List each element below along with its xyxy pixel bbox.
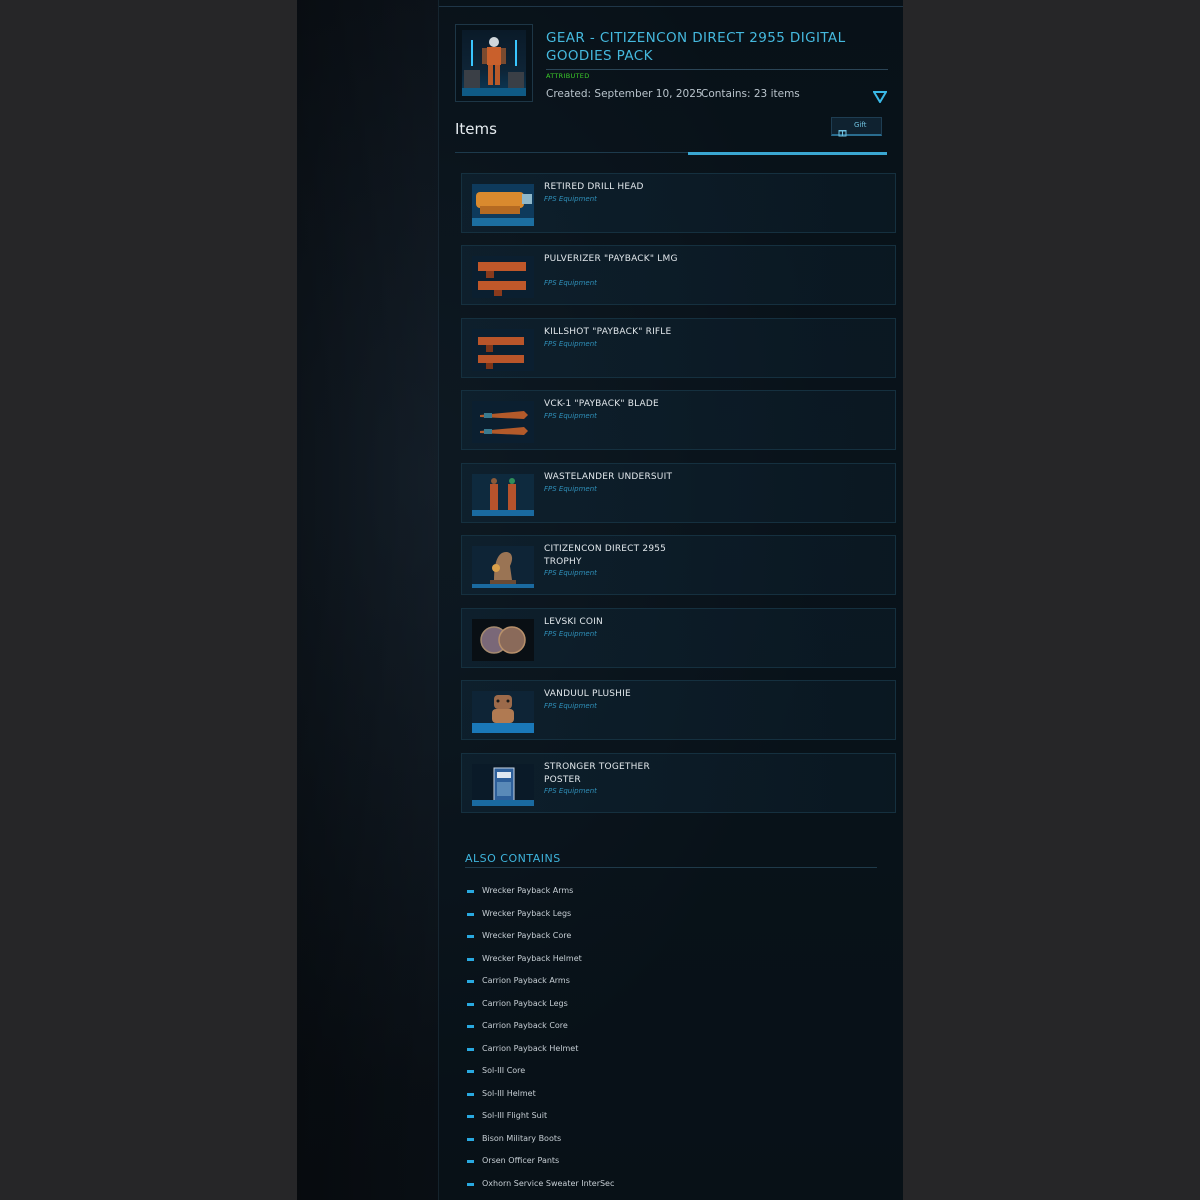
also-contains-divider bbox=[465, 867, 877, 868]
item-type: FPS Equipment bbox=[544, 702, 597, 710]
pack-thumbnail bbox=[455, 24, 533, 102]
list-item-label: Wrecker Payback Helmet bbox=[482, 954, 582, 963]
list-item-label: Carrion Payback Helmet bbox=[482, 1044, 579, 1053]
list-item-label: Wrecker Payback Legs bbox=[482, 909, 572, 918]
item-type: FPS Equipment bbox=[544, 412, 597, 420]
item-card[interactable]: PULVERIZER "PAYBACK" LMG FPS Equipment bbox=[461, 245, 896, 305]
item-thumbnail bbox=[472, 764, 534, 806]
list-item-label: Sol-III Core bbox=[482, 1066, 526, 1075]
item-card[interactable]: RETIRED DRILL HEAD FPS Equipment bbox=[461, 173, 896, 233]
bullet-icon bbox=[467, 1003, 474, 1006]
bullet-icon bbox=[467, 1048, 474, 1051]
item-card[interactable]: WASTELANDER UNDERSUIT FPS Equipment bbox=[461, 463, 896, 523]
item-name: KILLSHOT "PAYBACK" RIFLE bbox=[544, 327, 672, 337]
item-type: FPS Equipment bbox=[544, 485, 597, 493]
item-thumbnail bbox=[472, 474, 534, 516]
item-type: FPS Equipment bbox=[544, 630, 597, 638]
item-type: FPS Equipment bbox=[544, 340, 597, 348]
item-card[interactable]: STRONGER TOGETHER POSTER FPS Equipment bbox=[461, 753, 896, 813]
list-item-label: Wrecker Payback Arms bbox=[482, 886, 574, 895]
bullet-icon bbox=[467, 1183, 474, 1186]
status-badge: ATTRIBUTED bbox=[546, 72, 590, 80]
item-card[interactable]: VCK-1 "PAYBACK" BLADE FPS Equipment bbox=[461, 390, 896, 450]
item-card[interactable]: KILLSHOT "PAYBACK" RIFLE FPS Equipment bbox=[461, 318, 896, 378]
list-item-label: Bison Military Boots bbox=[482, 1134, 562, 1143]
also-contains-heading: ALSO CONTAINS bbox=[465, 852, 561, 865]
item-name: WASTELANDER UNDERSUIT bbox=[544, 472, 673, 482]
gift-icon bbox=[838, 122, 847, 137]
bullet-icon bbox=[467, 958, 474, 961]
gift-button[interactable]: Gift bbox=[831, 117, 882, 137]
list-item-label: Carrion Payback Core bbox=[482, 1021, 568, 1030]
gift-label: Gift bbox=[854, 121, 867, 129]
list-item-label: Oxhorn Service Sweater InterSec bbox=[482, 1179, 615, 1188]
item-name: STRONGER TOGETHER POSTER bbox=[544, 762, 650, 785]
item-card[interactable]: CITIZENCON DIRECT 2955 TROPHY FPS Equipm… bbox=[461, 535, 896, 595]
item-thumbnail bbox=[472, 619, 534, 661]
bullet-icon bbox=[467, 980, 474, 983]
bullet-icon bbox=[467, 1025, 474, 1028]
item-name: VCK-1 "PAYBACK" BLADE bbox=[544, 399, 659, 409]
pack-title: GEAR - CITIZENCON DIRECT 2955 DIGITAL GO… bbox=[546, 30, 846, 64]
bullet-icon bbox=[467, 913, 474, 916]
top-divider bbox=[439, 6, 903, 7]
item-thumbnail bbox=[472, 401, 534, 443]
title-divider bbox=[546, 69, 888, 70]
bullet-icon bbox=[467, 1115, 474, 1118]
list-item-label: Carrion Payback Arms bbox=[482, 976, 570, 985]
item-name: RETIRED DRILL HEAD bbox=[544, 182, 644, 192]
item-type: FPS Equipment bbox=[544, 279, 597, 287]
item-type: FPS Equipment bbox=[544, 787, 597, 795]
item-thumbnail bbox=[472, 691, 534, 733]
item-thumbnail bbox=[472, 546, 534, 588]
created-date: Created: September 10, 2025 bbox=[546, 88, 703, 100]
item-thumbnail bbox=[472, 184, 534, 226]
bullet-icon bbox=[467, 935, 474, 938]
list-item-label: Sol-III Flight Suit bbox=[482, 1111, 548, 1120]
item-name: PULVERIZER "PAYBACK" LMG bbox=[544, 254, 678, 264]
pack-detail-panel: GEAR - CITIZENCON DIRECT 2955 DIGITAL GO… bbox=[438, 0, 903, 1200]
item-thumbnail bbox=[472, 256, 534, 298]
items-tab-indicator bbox=[688, 152, 887, 155]
item-thumbnail bbox=[472, 329, 534, 371]
item-name: VANDUUL PLUSHIE bbox=[544, 689, 631, 699]
pack-character-thumbnail bbox=[462, 30, 526, 96]
list-item-label: Carrion Payback Legs bbox=[482, 999, 568, 1008]
bullet-icon bbox=[467, 1070, 474, 1073]
item-card[interactable]: LEVSKI COIN FPS Equipment bbox=[461, 608, 896, 668]
bullet-icon bbox=[467, 890, 474, 893]
list-item-label: Wrecker Payback Core bbox=[482, 931, 572, 940]
list-item-label: Orsen Officer Pants bbox=[482, 1156, 560, 1165]
item-name: CITIZENCON DIRECT 2955 TROPHY bbox=[544, 544, 667, 567]
background-shadow bbox=[297, 0, 438, 1200]
bullet-icon bbox=[467, 1138, 474, 1141]
list-item-label: Sol-III Helmet bbox=[482, 1089, 536, 1098]
bullet-icon bbox=[467, 1160, 474, 1163]
chevron-down-icon[interactable] bbox=[872, 88, 888, 104]
item-card[interactable]: VANDUUL PLUSHIE FPS Equipment bbox=[461, 680, 896, 740]
item-count: Contains: 23 items bbox=[701, 88, 800, 100]
items-heading: Items bbox=[455, 120, 497, 138]
bullet-icon bbox=[467, 1093, 474, 1096]
item-name: LEVSKI COIN bbox=[544, 617, 603, 627]
item-type: FPS Equipment bbox=[544, 569, 597, 577]
item-type: FPS Equipment bbox=[544, 195, 597, 203]
